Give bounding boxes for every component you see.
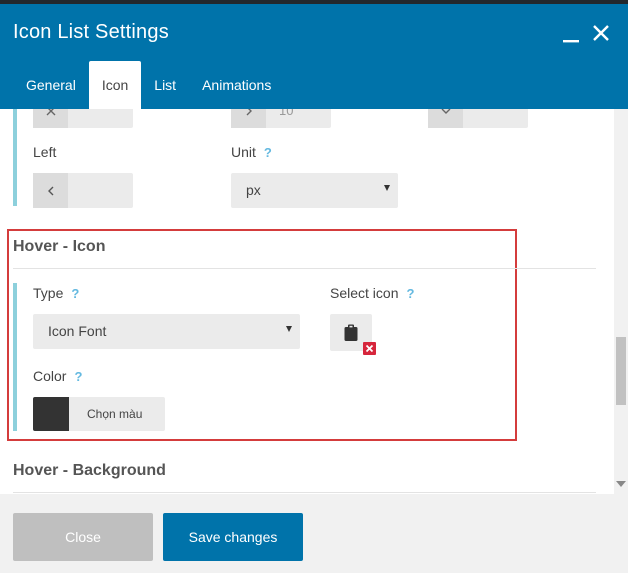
margin-right-field[interactable]: 10 xyxy=(231,109,331,128)
decrease-button[interactable] xyxy=(33,109,68,128)
color-swatch xyxy=(33,397,69,431)
type-label-row: Type? xyxy=(33,285,79,301)
section-title-hover-background: Hover - Background xyxy=(13,462,166,479)
dialog-header: Icon List Settings General Icon List Ani… xyxy=(0,4,628,109)
caret-down-icon xyxy=(384,185,390,191)
section-divider xyxy=(13,268,596,269)
type-select[interactable]: Icon Font xyxy=(33,314,300,349)
chevron-left-icon xyxy=(47,186,53,195)
select-icon-label-row: Select icon? xyxy=(330,285,414,301)
color-picker-label: Chọn màu xyxy=(87,407,143,421)
scroll-down-arrow-icon[interactable] xyxy=(616,481,626,487)
content-scrollbar[interactable] xyxy=(614,109,628,494)
stepper-button[interactable] xyxy=(33,173,68,208)
margin-top-field[interactable] xyxy=(33,109,133,128)
minimize-icon xyxy=(563,40,579,43)
clipboard-icon xyxy=(344,324,358,341)
type-select-value: Icon Font xyxy=(48,323,107,339)
unit-select[interactable]: px xyxy=(231,173,398,208)
tab-animations[interactable]: Animations xyxy=(189,61,284,109)
tab-icon[interactable]: Icon xyxy=(88,61,142,109)
stepper-button[interactable] xyxy=(231,109,266,128)
remove-icon xyxy=(365,344,374,353)
help-icon[interactable]: ? xyxy=(74,369,82,384)
close-dialog-button[interactable] xyxy=(588,20,614,46)
unit-label-row: Unit? xyxy=(231,144,272,160)
tab-list[interactable]: List xyxy=(141,61,189,109)
help-icon[interactable]: ? xyxy=(406,286,414,301)
color-label-row: Color? xyxy=(33,368,82,384)
minimize-button[interactable] xyxy=(558,20,584,46)
x-icon xyxy=(46,109,55,115)
hover-icon-group-bar xyxy=(13,283,17,431)
margin-left-field[interactable] xyxy=(33,173,133,208)
close-button[interactable]: Close xyxy=(13,513,153,561)
section-divider xyxy=(13,492,596,493)
tab-general[interactable]: General xyxy=(13,61,89,109)
help-icon[interactable]: ? xyxy=(264,145,272,160)
stepper-button[interactable] xyxy=(428,109,463,128)
unit-select-value: px xyxy=(246,182,261,198)
color-label: Color xyxy=(33,368,67,384)
unit-label: Unit xyxy=(231,144,256,160)
color-picker-button[interactable]: Chọn màu xyxy=(33,397,165,431)
scrollbar-thumb[interactable] xyxy=(616,337,626,405)
left-label: Left xyxy=(33,144,57,160)
margin-right-value: 10 xyxy=(279,109,294,118)
chevron-down-icon xyxy=(441,109,450,114)
close-icon xyxy=(593,25,609,41)
margin-group-bar xyxy=(13,109,17,206)
settings-content[interactable]: 10 Left Unit? px Hover - Icon Type? Sele… xyxy=(0,109,614,494)
section-title-hover-icon: Hover - Icon xyxy=(13,238,106,255)
caret-down-icon xyxy=(286,326,292,332)
dialog-footer: Close Save changes xyxy=(0,494,628,573)
chevron-right-icon xyxy=(246,109,252,115)
dialog-title: Icon List Settings xyxy=(13,21,169,43)
margin-bottom-field[interactable] xyxy=(428,109,528,128)
save-changes-button[interactable]: Save changes xyxy=(163,513,303,561)
select-icon-label: Select icon xyxy=(330,285,399,301)
type-label: Type xyxy=(33,285,64,301)
tab-bar: General Icon List Animations xyxy=(13,61,284,109)
help-icon[interactable]: ? xyxy=(71,286,79,301)
remove-icon-button[interactable] xyxy=(363,342,376,355)
